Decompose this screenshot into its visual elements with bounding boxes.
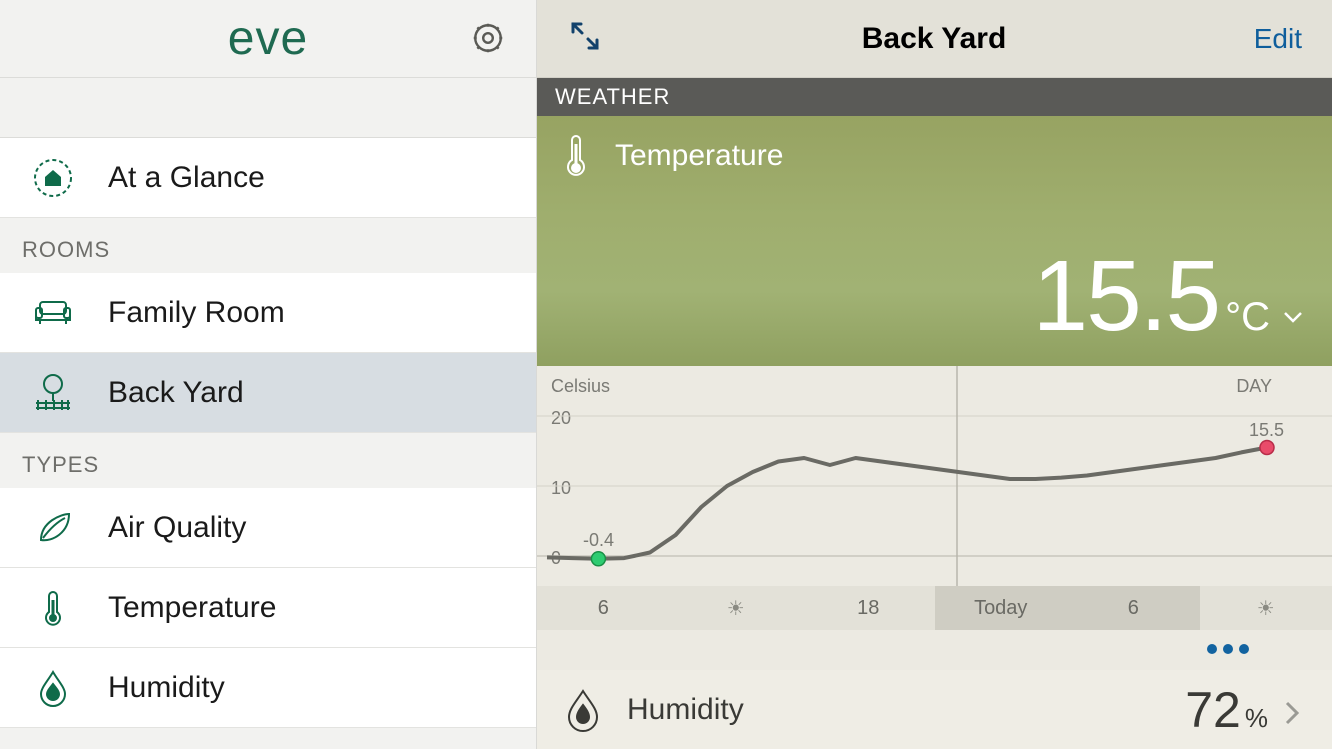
sidebar-section-types: TYPES [0,433,536,488]
humidity-unit: % [1245,703,1268,734]
main-pane: Back Yard Edit WEATHER Temperature 15.5 … [537,0,1332,749]
timeline-segment-today: Today [935,586,1068,630]
humidity-header: Humidity [563,687,744,733]
timeline-segment: 6 [1067,586,1200,630]
temperature-unit: °C [1225,295,1270,340]
main-header: Back Yard Edit [537,0,1332,78]
brand-logo: eve [228,11,308,66]
chart-svg [537,366,1332,586]
settings-button[interactable] [470,20,506,61]
sidebar-spacer [0,78,536,138]
timeline-segment: 6 [537,586,670,630]
sidebar-item-label: At a Glance [108,161,265,195]
sofa-icon [28,288,78,338]
humidity-value-row: 72 % [1185,681,1302,739]
sidebar-section-rooms: ROOMS [0,218,536,273]
more-row [537,630,1332,670]
sidebar-item-label: Family Room [108,296,285,330]
sun-icon: ☀ [727,596,745,621]
temperature-value-row: 15.5 °C [1032,239,1306,354]
sun-icon: ☀ [1257,596,1275,621]
temperature-value: 15.5 [1032,239,1219,354]
temperature-chart[interactable]: Celsius DAY 20 10 0 15.5 -0.4 [537,366,1332,586]
humidity-value: 72 [1185,681,1241,739]
sidebar-item-label: Back Yard [108,376,244,410]
droplet-icon [28,663,78,713]
humidity-label: Humidity [627,693,744,727]
timeline-segment: ☀ [1200,586,1332,630]
sidebar-item-humidity[interactable]: Humidity [0,648,536,728]
chart-timeline[interactable]: 6 ☀ 18 Today 6 ☀ [537,586,1332,630]
sidebar-item-family-room[interactable]: Family Room [0,273,536,353]
timeline-segment: 18 [802,586,935,630]
droplet-icon [563,687,603,733]
sidebar-item-at-a-glance[interactable]: At a Glance [0,138,536,218]
chevron-right-icon [1282,699,1302,727]
section-header-weather: WEATHER [537,78,1332,116]
timeline-segment: ☀ [670,586,803,630]
gear-icon [470,20,506,56]
expand-button[interactable] [567,18,603,59]
sidebar-header: eve [0,0,536,78]
thermometer-icon [559,132,593,180]
home-target-icon [28,153,78,203]
edit-button[interactable]: Edit [1254,23,1302,55]
expand-icon [567,18,603,54]
thermometer-icon [28,583,78,633]
humidity-card[interactable]: Humidity 72 % [537,670,1332,749]
leaf-icon [28,503,78,553]
sidebar-item-air-quality[interactable]: Air Quality [0,488,536,568]
tree-fence-icon [28,368,78,418]
sidebar-item-temperature[interactable]: Temperature [0,568,536,648]
more-button[interactable] [1204,641,1252,659]
sidebar-item-back-yard[interactable]: Back Yard [0,353,536,433]
sidebar-item-label: Temperature [108,591,276,625]
sidebar: eve At a Glance ROOMS [0,0,537,749]
sidebar-item-label: Humidity [108,671,225,705]
sidebar-item-label: Air Quality [108,511,246,545]
page-title: Back Yard [862,22,1007,56]
temperature-header: Temperature [537,116,1332,180]
temperature-label: Temperature [615,139,783,173]
chevron-down-icon [1280,304,1306,330]
temperature-card[interactable]: Temperature 15.5 °C [537,116,1332,366]
